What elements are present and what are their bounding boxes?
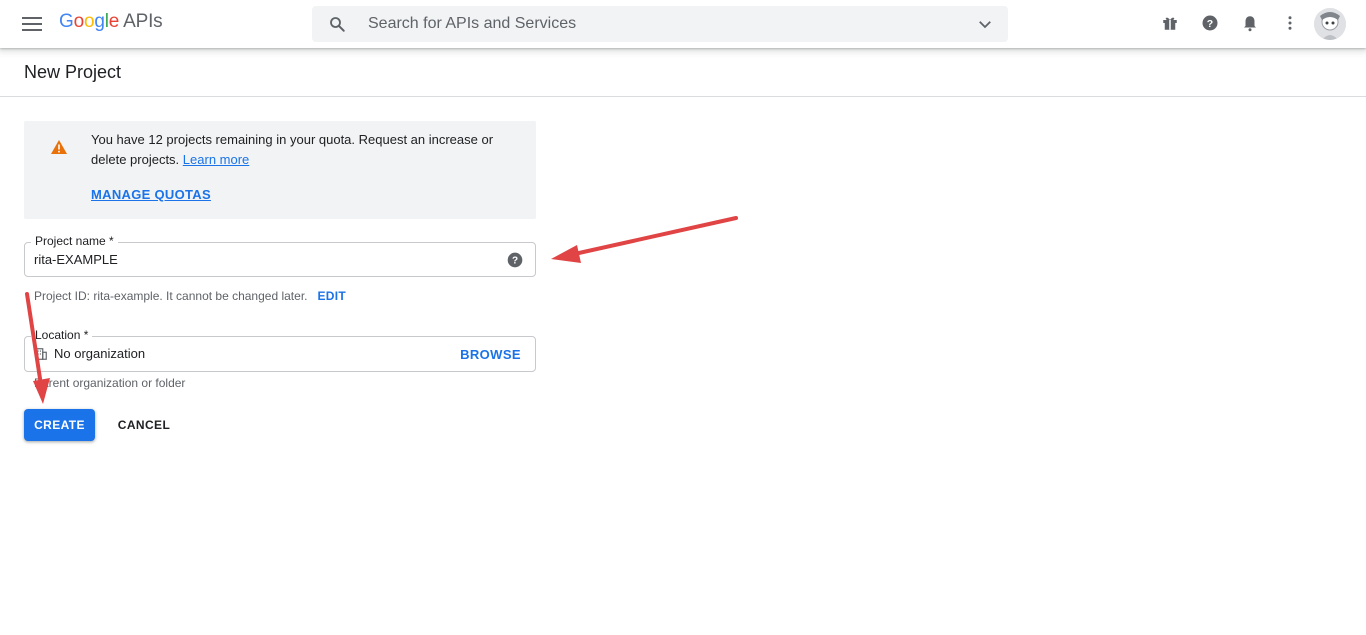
location-field[interactable]: Location * No organization BROWSE (24, 328, 536, 372)
quota-message: You have 12 projects remaining in your q… (91, 132, 494, 167)
svg-text:?: ? (1207, 18, 1213, 30)
location-label: Location * (31, 328, 93, 342)
svg-text:?: ? (512, 255, 518, 266)
edit-project-id-link[interactable]: EDIT (317, 289, 346, 303)
project-name-value[interactable]: rita-EXAMPLE (34, 252, 118, 267)
help-icon[interactable]: ? (1194, 7, 1226, 39)
chevron-down-icon[interactable] (976, 15, 994, 38)
more-vert-icon[interactable] (1274, 7, 1306, 39)
search-icon[interactable] (328, 15, 346, 38)
google-apis-logo[interactable]: Go o g l e APIs (59, 11, 163, 37)
learn-more-link[interactable]: Learn more (183, 152, 249, 167)
quota-notice: You have 12 projects remaining in your q… (24, 121, 536, 219)
gift-icon[interactable] (1154, 7, 1186, 39)
menu-icon[interactable] (16, 8, 48, 40)
top-app-bar: GoogleAPIs ? (0, 0, 1366, 48)
location-value: No organization (54, 346, 146, 361)
browse-button[interactable]: BROWSE (460, 347, 521, 362)
project-name-field[interactable]: Project name * rita-EXAMPLE ? (24, 234, 536, 277)
manage-quotas-link[interactable]: MANAGE QUOTAS (91, 187, 211, 202)
arrow-to-project-name (551, 216, 738, 263)
help-icon[interactable]: ? (507, 252, 523, 273)
search-bar[interactable] (312, 6, 1008, 42)
search-input[interactable] (368, 6, 948, 42)
page-header: New Project (0, 48, 1366, 97)
create-button[interactable]: CREATE (24, 409, 95, 441)
cancel-button[interactable]: CANCEL (107, 409, 181, 441)
organization-icon (34, 347, 48, 366)
warning-icon (51, 140, 67, 159)
project-id-hint: Project ID: rita-example. It cannot be c… (34, 289, 347, 303)
avatar[interactable] (1314, 8, 1346, 40)
notifications-icon[interactable] (1234, 7, 1266, 39)
location-hint: Parent organization or folder (34, 376, 186, 390)
project-name-label: Project name * (31, 234, 118, 248)
page-title: New Project (24, 62, 122, 82)
